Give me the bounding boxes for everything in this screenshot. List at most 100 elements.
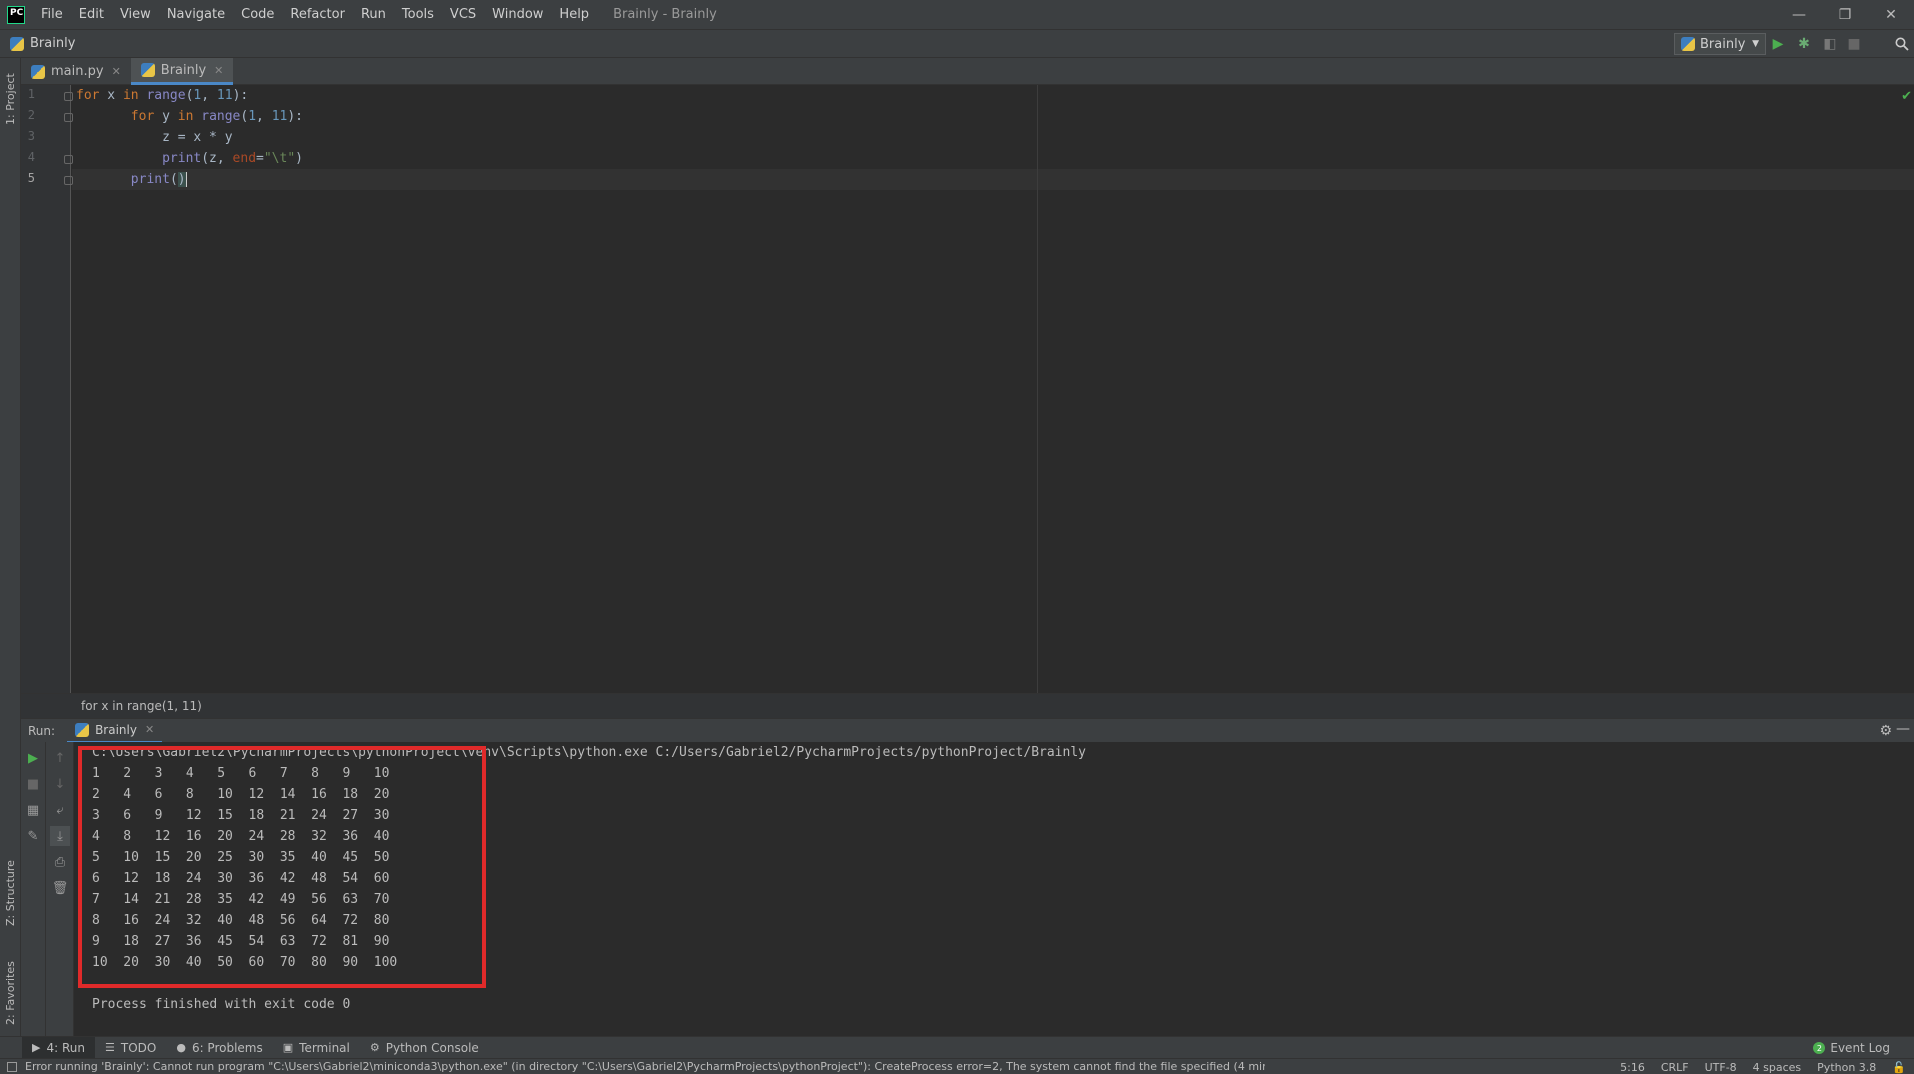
tool-tab-todo[interactable]: ☰ TODO [95, 1037, 166, 1059]
structure-tool-tab[interactable]: Z: Structure [0, 848, 21, 938]
caret-position[interactable]: 5:16 [1612, 1061, 1653, 1074]
nav-project-breadcrumb[interactable]: Brainly [10, 36, 75, 51]
menu-code[interactable]: Code [233, 0, 282, 29]
run-configuration-dropdown[interactable]: Brainly ▼ [1674, 33, 1766, 55]
python-console-icon: ⚙ [369, 1041, 380, 1054]
editor-tab-label: main.py [51, 64, 104, 79]
window-title: Brainly - Brainly [613, 7, 717, 22]
editor-tab-main-py[interactable]: main.py ✕ [21, 58, 131, 85]
menu-refactor[interactable]: Refactor [282, 0, 353, 29]
print-icon[interactable]: ⎙ [50, 852, 70, 872]
debug-icon[interactable]: ✱ [1796, 36, 1812, 52]
lock-icon[interactable]: 🔓 [1884, 1061, 1914, 1074]
menu-tools[interactable]: Tools [394, 0, 442, 29]
stop-icon[interactable]: ■ [1846, 36, 1862, 52]
python-file-icon [10, 36, 24, 51]
python-file-icon [75, 722, 90, 737]
tool-tab-label: 4: Run [46, 1040, 85, 1055]
run-icon: ▶ [32, 1041, 41, 1054]
run-console[interactable]: C:\Users\Gabriel2\PycharmProjects\python… [74, 742, 1914, 1036]
pycharm-logo-icon: PC [7, 5, 25, 24]
toggle-tool-windows-icon[interactable] [7, 1061, 17, 1072]
title-menu-bar: PC File Edit View Navigate Code Refactor… [0, 0, 1914, 29]
project-tool-tab[interactable]: 1: Project [0, 62, 21, 136]
search-icon[interactable] [1894, 36, 1910, 52]
line-separator[interactable]: CRLF [1653, 1061, 1697, 1074]
minimize-button[interactable]: — [1776, 0, 1822, 29]
pin-icon[interactable]: ✎ [23, 826, 43, 846]
run-config-label: Brainly [1700, 36, 1746, 52]
line-number: 1 [27, 87, 35, 101]
stop-icon[interactable]: ■ [23, 774, 43, 794]
line-number: 3 [27, 129, 35, 143]
line-number-gutter: 1 2 3 4 5 [21, 85, 73, 693]
python-interpreter[interactable]: Python 3.8 [1809, 1061, 1884, 1074]
close-icon[interactable]: ✕ [112, 65, 121, 78]
tool-window-bar: ▶ 4: Run ☰ TODO ● 6: Problems ▣ Terminal… [0, 1036, 1914, 1059]
scroll-to-end-icon[interactable]: ⤓ [50, 826, 70, 846]
favorites-tool-tab[interactable]: 2: Favorites [0, 948, 21, 1038]
fold-marker-icon[interactable] [64, 113, 73, 122]
project-tool-label: 1: Project [4, 73, 17, 125]
arrow-up-icon[interactable]: ↑ [50, 748, 70, 768]
soft-wrap-icon[interactable]: ⤶ [50, 800, 70, 820]
tool-tab-problems[interactable]: ● 6: Problems [166, 1037, 272, 1059]
menu-edit[interactable]: Edit [71, 0, 112, 29]
close-icon[interactable]: ✕ [214, 64, 223, 77]
breadcrumb-item[interactable]: for x in range(1, 11) [81, 699, 202, 713]
window-controls: — ❐ ✕ [1776, 0, 1914, 29]
layout-icon[interactable]: ▦ [23, 800, 43, 820]
left-tool-strip: 1: Project Z: Structure 2: Favorites [0, 58, 21, 1058]
tool-tab-terminal[interactable]: ▣ Terminal [273, 1037, 360, 1059]
code-line-4: print(z, end="\t") [162, 151, 303, 166]
code-editor[interactable]: 1 2 3 4 5 for x in range(1, 11): for y i… [21, 85, 1914, 693]
menu-window[interactable]: Window [484, 0, 551, 29]
python-file-icon [31, 64, 45, 79]
menu-navigate[interactable]: Navigate [159, 0, 233, 29]
indent-setting[interactable]: 4 spaces [1745, 1061, 1810, 1074]
file-encoding[interactable]: UTF-8 [1697, 1061, 1745, 1074]
fold-marker-icon[interactable] [64, 176, 73, 185]
tool-tab-python-console[interactable]: ⚙ Python Console [360, 1037, 489, 1059]
run-tab-brainly[interactable]: Brainly ✕ [67, 719, 163, 743]
problems-icon: ● [176, 1041, 186, 1054]
run-with-coverage-icon[interactable]: ◧ [1822, 36, 1838, 52]
minimize-panel-icon[interactable]: — [1896, 721, 1910, 737]
menu-vcs[interactable]: VCS [442, 0, 484, 29]
tool-tab-run[interactable]: ▶ 4: Run [22, 1036, 95, 1059]
menu-file[interactable]: File [33, 0, 71, 29]
tool-tab-label: Python Console [385, 1040, 479, 1055]
editor-tab-bar: main.py ✕ Brainly ✕ [21, 58, 1914, 85]
status-widgets: 5:16 CRLF UTF-8 4 spaces Python 3.8 🔓 [1612, 1059, 1914, 1074]
menu-run[interactable]: Run [353, 0, 394, 29]
gear-icon[interactable]: ⚙ [1879, 723, 1892, 739]
close-icon[interactable]: ✕ [145, 723, 154, 736]
menu-help[interactable]: Help [551, 0, 597, 29]
rerun-icon[interactable]: ▶ [23, 748, 43, 768]
status-message[interactable]: Error running 'Brainly': Cannot run prog… [25, 1060, 1265, 1073]
run-icon[interactable]: ▶ [1770, 36, 1786, 52]
fold-marker-icon[interactable] [64, 155, 73, 164]
right-margin-guide [1037, 85, 1038, 693]
breadcrumb: for x in range(1, 11) [21, 693, 1914, 718]
line-number: 5 [27, 171, 35, 185]
event-log-label: Event Log [1830, 1041, 1890, 1055]
event-log-button[interactable]: 2 Event Log [1813, 1037, 1890, 1059]
menu-view[interactable]: View [112, 0, 159, 29]
run-toolbar-primary: ▶ ■ ▦ ✎ [21, 742, 46, 1036]
trash-icon[interactable]: 🗑 [50, 878, 70, 898]
python-file-icon [140, 63, 155, 77]
fold-marker-icon[interactable] [64, 92, 73, 101]
code-line-2: for y in range(1, 11): [130, 109, 304, 124]
inspection-ok-icon[interactable]: ✔ [1901, 89, 1912, 104]
tool-tab-label: TODO [120, 1040, 157, 1055]
run-panel-label: Run: [28, 723, 56, 738]
close-window-button[interactable]: ✕ [1868, 0, 1914, 29]
tool-tab-label: 6: Problems [191, 1040, 263, 1055]
run-panel-header: Run: Brainly ✕ ⚙ — [21, 718, 1914, 743]
restore-button[interactable]: ❐ [1822, 0, 1868, 29]
editor-tab-brainly[interactable]: Brainly ✕ [130, 58, 234, 85]
favorites-tool-label: 2: Favorites [4, 961, 17, 1025]
arrow-down-icon[interactable]: ↓ [50, 774, 70, 794]
console-scrollbar[interactable] [1906, 742, 1914, 1036]
